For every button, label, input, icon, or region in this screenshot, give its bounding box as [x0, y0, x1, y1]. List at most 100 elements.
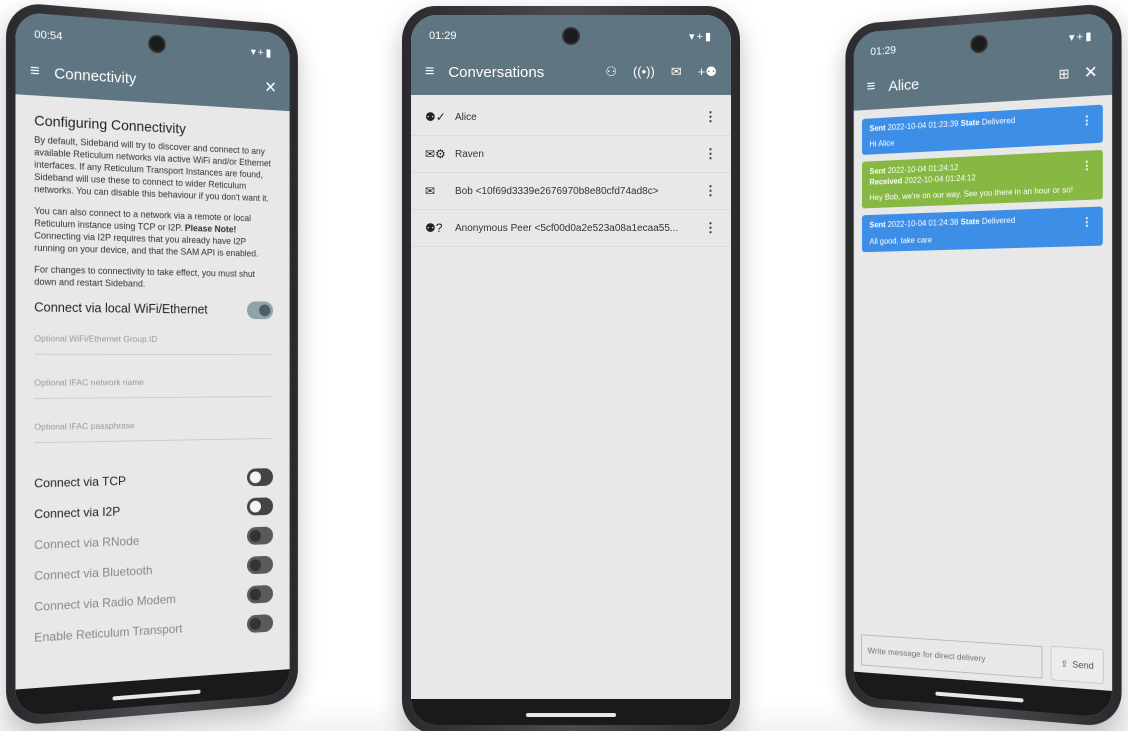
connectivity-content: Configuring Connectivity By default, Sid… — [15, 94, 289, 664]
phone-chat: 01:29 ▾+▮ ≡ Alice ⊞ ✕ ⋮ Sent 2022-10-04 … — [845, 2, 1122, 728]
status-icons: ▾+▮ — [1068, 29, 1094, 44]
conversation-item[interactable]: ⚉? Anonymous Peer <5cf00d0a2e523a08a1eca… — [411, 210, 731, 247]
more-options-icon[interactable]: ⋮ — [701, 183, 717, 199]
option-label: Connect via RNode — [34, 533, 140, 552]
meta-value: 2022-10-04 01:23:39 — [887, 119, 959, 133]
camera — [150, 36, 164, 52]
screen: 01:29 ▾+▮ ≡ Conversations ⚇ ((•)) ✉ +⚉ ⚉ — [411, 15, 731, 725]
meta-value: 2022-10-04 01:24:12 — [904, 172, 976, 186]
mail-sync-icon[interactable]: ✉ — [671, 64, 682, 80]
conversation-list: ⚉✓ Alice ⋮ ✉⚙ Raven ⋮ ✉ Bob <10f69d3339e… — [411, 99, 731, 247]
network-key-icon[interactable]: ⊞ — [1058, 66, 1069, 83]
paragraph-2: You can also connect to a network via a … — [34, 205, 273, 260]
message-bubble: ⋮ Sent 2022-10-04 01:23:39 State Deliver… — [862, 104, 1103, 156]
please-note: Please Note! — [184, 222, 237, 235]
status-icons: ▾+▮ — [250, 45, 274, 60]
more-options-icon[interactable]: ⋮ — [1081, 113, 1092, 127]
meta-value: 2022-10-04 01:24:38 — [887, 217, 959, 230]
meta-label: Sent — [869, 220, 886, 230]
menu-icon[interactable]: ≡ — [425, 63, 434, 81]
ifac-name-field[interactable]: Optional IFAC network name — [34, 362, 274, 399]
add-contact-icon[interactable]: +⚉ — [698, 64, 717, 80]
person-check-icon: ⚉✓ — [425, 110, 446, 124]
menu-icon[interactable]: ≡ — [30, 62, 40, 81]
close-icon[interactable]: ✕ — [264, 77, 276, 97]
phone-conversations: 01:29 ▾+▮ ≡ Conversations ⚇ ((•)) ✉ +⚉ ⚉ — [402, 6, 740, 731]
conversation-name: Raven — [455, 148, 484, 160]
meta-value: Delivered — [981, 215, 1016, 227]
message-bubble: ⋮ Sent 2022-10-04 01:24:12 Received 2022-… — [862, 150, 1103, 209]
radio-modem-toggle[interactable] — [246, 584, 274, 604]
meta-label: Sent — [869, 166, 886, 177]
menu-icon[interactable]: ≡ — [867, 78, 876, 96]
page-title: Alice — [888, 75, 920, 95]
send-label: Send — [1072, 659, 1094, 672]
more-options-icon[interactable]: ⋮ — [1081, 159, 1092, 173]
top-bar: 01:29 ▾+▮ ≡ Conversations ⚇ ((•)) ✉ +⚉ — [411, 15, 731, 95]
meta-value: Delivered — [981, 115, 1016, 127]
close-icon[interactable]: ✕ — [1084, 62, 1098, 83]
conversation-item[interactable]: ✉ Bob <10f69d3339e2676970b8e80cfd74ad8c>… — [411, 173, 731, 210]
phone-connectivity: 00:54 ▾+▮ ≡ Connectivity ✕ Configuring C… — [6, 1, 298, 727]
meta-label: State — [960, 117, 980, 129]
transport-toggle[interactable] — [246, 613, 274, 633]
message-list: ⋮ Sent 2022-10-04 01:23:39 State Deliver… — [854, 95, 1112, 252]
local-wifi-label: Connect via local WiFi/Ethernet — [34, 299, 208, 317]
bluetooth-toggle[interactable] — [246, 555, 274, 575]
meta-label: State — [960, 217, 980, 227]
group-id-field[interactable]: Optional WiFi/Ethernet Group ID — [34, 318, 274, 355]
send-button[interactable]: ⇪ Send — [1050, 645, 1104, 685]
paragraph-1: By default, Sideband will try to discove… — [34, 134, 271, 204]
message-input[interactable] — [861, 634, 1043, 679]
upload-icon: ⇪ — [1060, 658, 1069, 669]
conversation-name: Bob <10f69d3339e2676970b8e80cfd74ad8c> — [455, 185, 659, 197]
option-label: Connect via Bluetooth — [34, 562, 153, 583]
status-time: 01:29 — [870, 44, 897, 59]
i2p-toggle[interactable] — [246, 496, 274, 516]
conversation-item[interactable]: ✉⚙ Raven ⋮ — [411, 136, 731, 173]
page-title: Connectivity — [54, 64, 137, 88]
more-options-icon[interactable]: ⋮ — [701, 220, 717, 236]
message-meta: Sent 2022-10-04 01:24:12 Received 2022-10… — [869, 157, 1094, 188]
camera — [564, 29, 578, 43]
home-indicator[interactable] — [935, 691, 1024, 703]
nav-bar — [411, 699, 731, 725]
option-label: Enable Reticulum Transport — [34, 621, 183, 645]
more-options-icon[interactable]: ⋮ — [701, 146, 717, 162]
envelope-icon: ✉ — [425, 184, 436, 198]
conversation-name: Alice — [455, 111, 477, 123]
app-bar: ≡ Conversations ⚇ ((•)) ✉ +⚉ — [411, 49, 731, 95]
message-body: Hey Bob, we're on our way. See you there… — [869, 185, 1074, 203]
option-label: Connect via Radio Modem — [34, 591, 176, 614]
page-title: Conversations — [448, 63, 545, 81]
network-icon[interactable]: ⚇ — [605, 64, 617, 80]
local-wifi-toggle[interactable] — [246, 301, 274, 319]
message-body: All good, take care — [869, 235, 932, 246]
home-indicator[interactable] — [112, 689, 201, 701]
option-label: Connect via I2P — [34, 503, 121, 522]
message-bubble: ⋮ Sent 2022-10-04 01:24:38 State Deliver… — [862, 206, 1103, 252]
stage: 00:54 ▾+▮ ≡ Connectivity ✕ Configuring C… — [0, 0, 1128, 731]
mail-settings-icon: ✉⚙ — [425, 147, 446, 161]
screen: 00:54 ▾+▮ ≡ Connectivity ✕ Configuring C… — [15, 11, 290, 717]
more-options-icon[interactable]: ⋮ — [701, 109, 717, 125]
local-wifi-row: Connect via local WiFi/Ethernet — [34, 298, 274, 319]
more-options-icon[interactable]: ⋮ — [1081, 215, 1092, 229]
app-bar-actions: ⚇ ((•)) ✉ +⚉ — [605, 64, 717, 80]
status-time: 01:29 — [429, 30, 457, 42]
home-indicator[interactable] — [526, 713, 616, 717]
ifac-passphrase-field[interactable]: Optional IFAC passphrase — [34, 404, 274, 443]
status-time: 00:54 — [34, 28, 63, 43]
meta-label: Sent — [869, 123, 886, 134]
status-icons: ▾+▮ — [689, 30, 713, 43]
rnode-toggle[interactable] — [246, 526, 274, 545]
broadcast-icon[interactable]: ((•)) — [633, 64, 655, 80]
message-meta: Sent 2022-10-04 01:24:38 State Delivered — [869, 213, 1094, 231]
conversation-item[interactable]: ⚉✓ Alice ⋮ — [411, 99, 731, 136]
top-bar: 01:29 ▾+▮ ≡ Alice ⊞ ✕ — [853, 12, 1113, 111]
meta-label: Received — [869, 176, 903, 187]
screen: 01:29 ▾+▮ ≡ Alice ⊞ ✕ ⋮ Sent 2022-10-04 … — [853, 12, 1113, 718]
paragraph-3: For changes to connectivity to take effe… — [34, 263, 255, 289]
tcp-toggle[interactable] — [246, 467, 274, 487]
option-label: Connect via TCP — [34, 473, 126, 491]
